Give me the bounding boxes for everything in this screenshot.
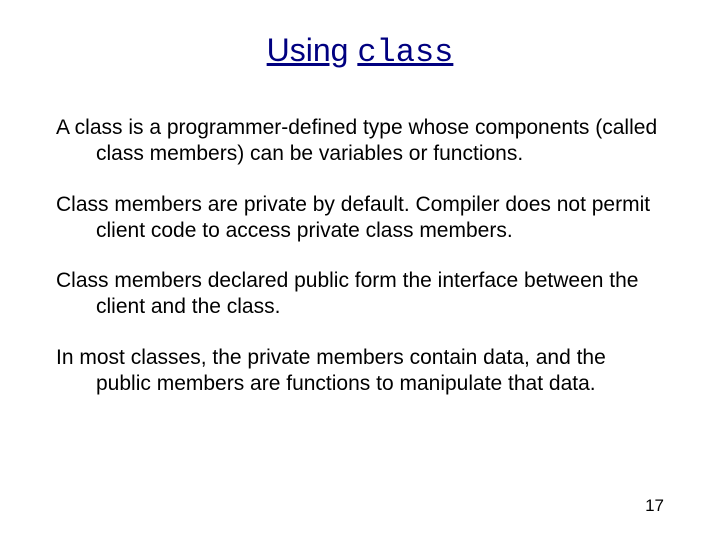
paragraph: Class members declared public form the i…: [56, 268, 664, 321]
title-word-using: Using: [267, 32, 349, 68]
slide-body: A class is a programmer-defined type who…: [56, 115, 664, 397]
paragraph: A class is a programmer-defined type who…: [56, 115, 664, 168]
paragraph: Class members are private by default. Co…: [56, 192, 664, 245]
title-word-class: class: [357, 34, 453, 71]
slide: Using class A class is a programmer-defi…: [0, 0, 720, 540]
page-number: 17: [645, 496, 664, 516]
paragraph: In most classes, the private members con…: [56, 345, 664, 398]
slide-title: Using class: [56, 32, 664, 71]
